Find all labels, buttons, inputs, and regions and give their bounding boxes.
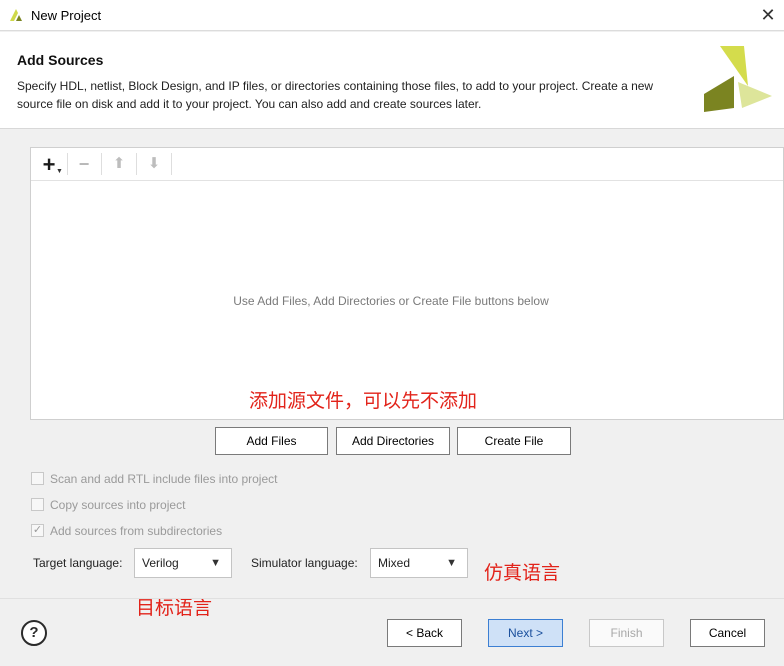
add-directories-button[interactable]: Add Directories: [336, 427, 450, 455]
add-subdirs-label: Add sources from subdirectories: [50, 524, 223, 538]
target-language-label: Target language:: [33, 556, 123, 570]
simulator-language-label: Simulator language:: [251, 556, 358, 570]
toolbar-divider: [67, 153, 68, 175]
window-title: New Project: [31, 8, 102, 23]
back-button[interactable]: < Back: [387, 619, 462, 647]
scan-rtl-checkbox[interactable]: [31, 472, 44, 485]
target-language-select[interactable]: Verilog ▼: [134, 548, 232, 578]
copy-sources-checkbox[interactable]: [31, 498, 44, 511]
remove-icon[interactable]: −: [70, 150, 98, 178]
copy-sources-label: Copy sources into project: [50, 498, 186, 512]
add-dropdown-chevron-icon[interactable]: ▼: [56, 168, 63, 175]
simulator-language-select[interactable]: Mixed ▼: [370, 548, 468, 578]
toolbar-divider: [101, 153, 102, 175]
empty-sources-message: Use Add Files, Add Directories or Create…: [233, 294, 549, 308]
cancel-button[interactable]: Cancel: [690, 619, 765, 647]
help-icon[interactable]: ?: [21, 620, 47, 646]
create-file-button[interactable]: Create File: [457, 427, 571, 455]
sources-panel[interactable]: [30, 147, 784, 420]
simulator-annotation: 仿真语言: [484, 562, 561, 584]
footer-divider: [0, 598, 784, 599]
toolbar-divider: [171, 153, 172, 175]
add-files-button[interactable]: Add Files: [215, 427, 328, 455]
vivado-brand-logo-icon: [704, 46, 772, 112]
page-title: Add Sources: [17, 52, 104, 68]
vivado-logo-icon: [10, 9, 22, 21]
simulator-language-value: Mixed: [378, 556, 411, 570]
sources-annotation: 添加源文件，可以先不添加: [249, 390, 478, 412]
chevron-down-icon: ▼: [210, 557, 221, 569]
chevron-down-icon: ▼: [446, 557, 457, 569]
close-icon[interactable]: ✕: [757, 4, 779, 26]
scan-rtl-label: Scan and add RTL include files into proj…: [50, 472, 278, 486]
move-up-icon[interactable]: ⬆: [105, 150, 133, 178]
header-divider: [0, 128, 784, 129]
move-down-icon[interactable]: ⬇: [140, 150, 168, 178]
finish-button[interactable]: Finish: [589, 619, 664, 647]
next-button[interactable]: Next >: [488, 619, 563, 647]
toolbar-divider: [136, 153, 137, 175]
page-description: Specify HDL, netlist, Block Design, and …: [17, 79, 654, 111]
title-bar: [0, 0, 784, 31]
target-language-value: Verilog: [142, 556, 179, 570]
add-subdirs-checkbox[interactable]: ✓: [31, 524, 44, 537]
